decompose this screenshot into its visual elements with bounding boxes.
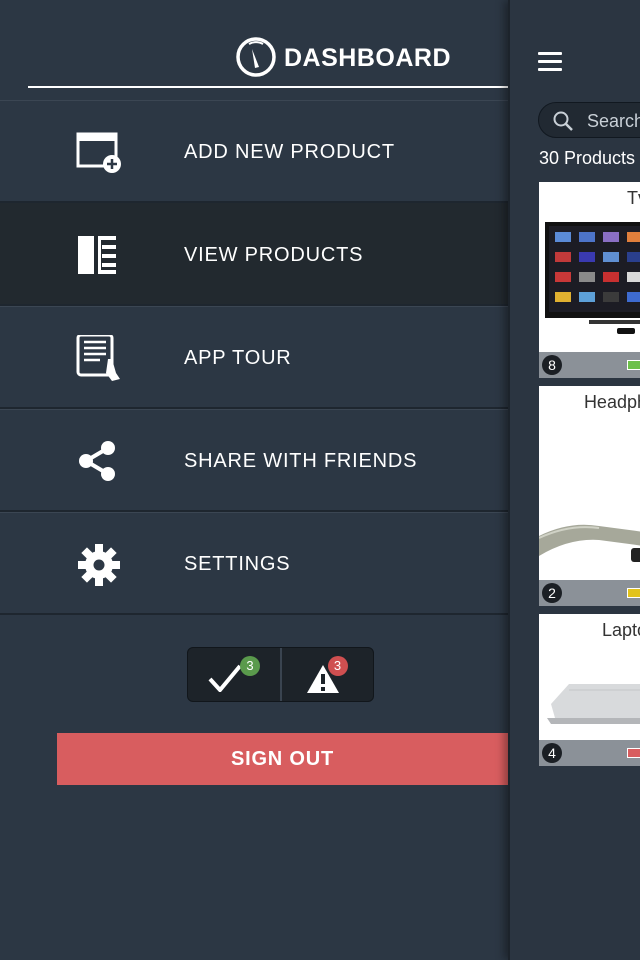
- search-bar[interactable]: [538, 102, 640, 138]
- menu-list: ADD NEW PRODUCT VIEW PRODUCTS APP TOUR S…: [0, 100, 508, 615]
- hamburger-menu-icon[interactable]: [538, 52, 562, 72]
- menu-item-settings[interactable]: SETTINGS: [0, 512, 508, 615]
- product-card-headphones[interactable]: Headph 2: [539, 386, 640, 606]
- status-badges: 3 3: [187, 647, 374, 702]
- warnings-button[interactable]: 3: [282, 648, 374, 701]
- menu-item-label: ADD NEW PRODUCT: [184, 141, 395, 163]
- warning-count-badge: 3: [327, 656, 348, 676]
- product-title: Headph: [583, 392, 640, 412]
- menu-item-label: SHARE WITH FRIENDS: [184, 450, 418, 472]
- quantity-badge: 8: [542, 355, 562, 375]
- status-indicator: [627, 588, 640, 598]
- add-window-icon: [76, 132, 121, 173]
- menu-item-label: SETTINGS: [184, 553, 291, 575]
- card-footer: 8: [539, 352, 640, 378]
- menu-item-label: APP TOUR: [184, 347, 292, 369]
- tv-product-image: [545, 222, 640, 334]
- navigation-drawer: DASHBOARD ADD NEW PRODUCT VIEW PRODUCTS: [0, 0, 508, 960]
- products-panel: 30 Products Tv: [508, 0, 640, 960]
- product-card-tv[interactable]: Tv: [539, 182, 640, 378]
- speedometer-icon: [236, 37, 276, 77]
- menu-item-label: VIEW PRODUCTS: [184, 244, 364, 266]
- completed-button[interactable]: 3: [188, 648, 282, 701]
- list-view-icon: [78, 236, 116, 274]
- quantity-badge: 2: [542, 583, 562, 603]
- product-title: Tv: [627, 188, 640, 208]
- status-indicator: [627, 360, 640, 370]
- card-footer: 4: [539, 740, 640, 766]
- laptop-product-image: [547, 684, 640, 724]
- completed-count-badge: 3: [240, 656, 260, 676]
- menu-item-add-new-product[interactable]: ADD NEW PRODUCT: [0, 100, 508, 203]
- search-icon: [553, 111, 573, 131]
- tablet-tap-icon: [76, 335, 120, 381]
- menu-item-app-tour[interactable]: APP TOUR: [0, 306, 508, 409]
- dashboard-title: DASHBOARD: [284, 44, 451, 72]
- drawer-header: DASHBOARD: [28, 36, 508, 88]
- checkmark-icon: [208, 664, 242, 692]
- product-card-laptop[interactable]: Lapto 4: [539, 614, 640, 766]
- gear-icon: [78, 544, 120, 586]
- product-title: Lapto: [601, 620, 640, 640]
- sign-out-button[interactable]: SIGN OUT: [57, 733, 508, 785]
- menu-item-view-products[interactable]: VIEW PRODUCTS: [0, 203, 508, 306]
- menu-item-share-with-friends[interactable]: SHARE WITH FRIENDS: [0, 409, 508, 512]
- headphones-product-image: [539, 524, 640, 562]
- status-indicator: [627, 748, 640, 758]
- share-icon: [79, 441, 115, 481]
- card-footer: 2: [539, 580, 640, 606]
- product-count-label: 30 Products: [539, 148, 636, 168]
- quantity-badge: 4: [542, 743, 562, 763]
- search-input[interactable]: [587, 109, 640, 133]
